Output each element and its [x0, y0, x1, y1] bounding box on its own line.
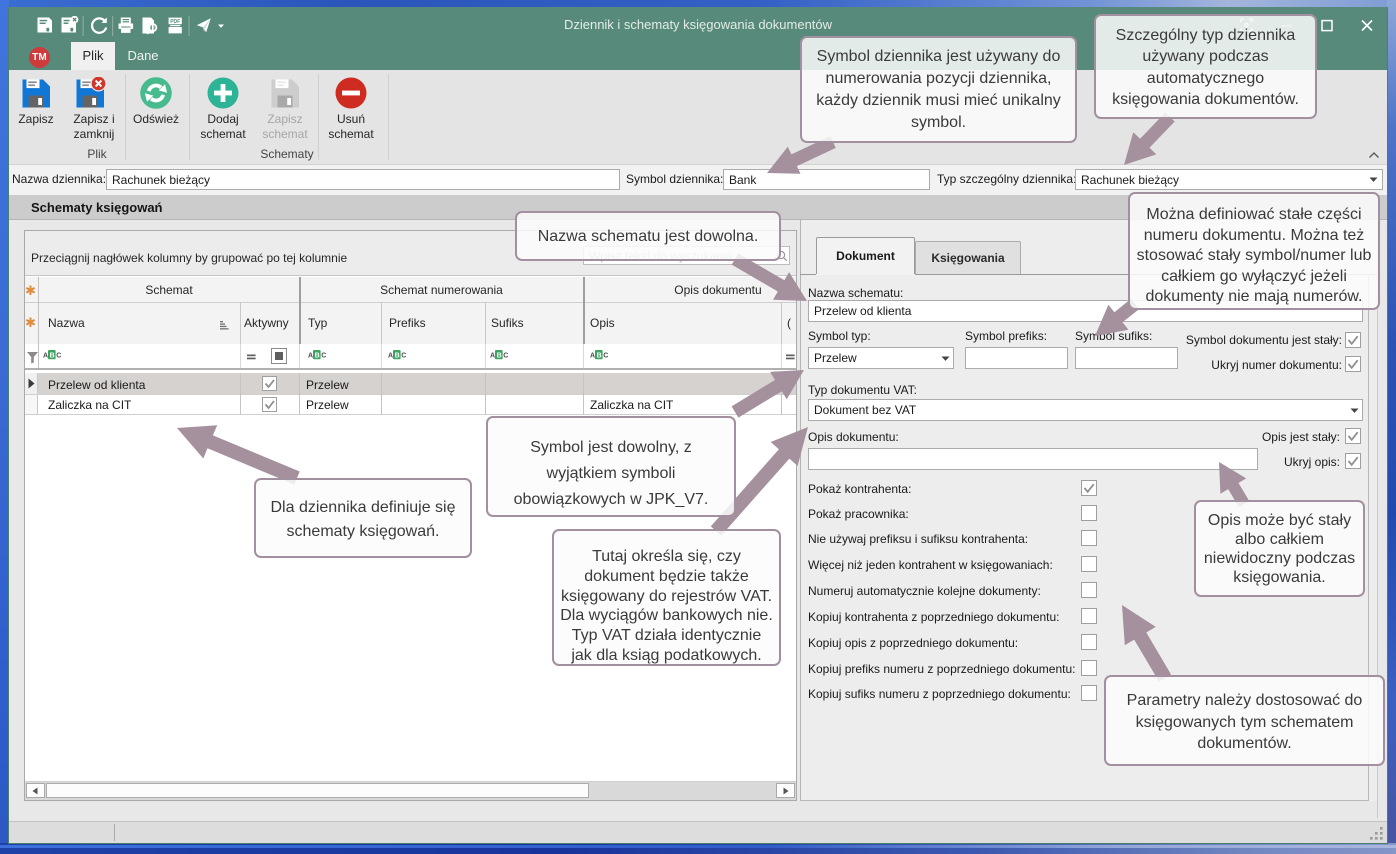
svg-text:PDF: PDF: [170, 19, 180, 25]
